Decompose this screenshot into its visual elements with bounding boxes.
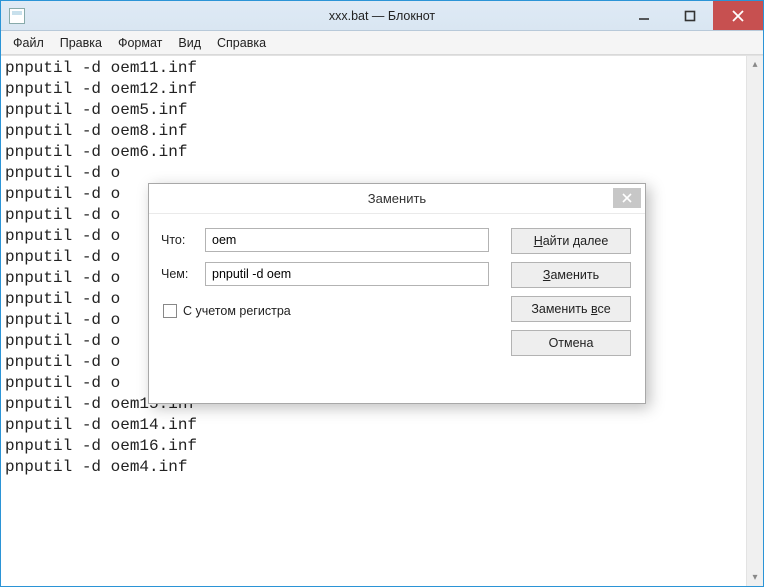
find-label: Что: [161, 233, 205, 247]
dialog-title: Заменить [368, 191, 426, 206]
menubar: Файл Правка Формат Вид Справка [1, 31, 763, 55]
titlebar[interactable]: xxx.bat — Блокнот [1, 1, 763, 31]
dialog-button-column: Найти далее Заменить Заменить все Отмена [511, 228, 631, 356]
menu-view[interactable]: Вид [170, 34, 209, 52]
replace-label: Чем: [161, 267, 205, 281]
dialog-body: Что: Чем: С учетом регистра Найти далее … [149, 214, 645, 403]
minimize-button[interactable] [621, 1, 667, 30]
scroll-up-arrow-icon[interactable]: ▴ [747, 56, 763, 73]
close-button[interactable] [713, 1, 763, 30]
notepad-icon [9, 8, 25, 24]
window-controls [621, 1, 763, 30]
checkbox-box-icon [163, 304, 177, 318]
vertical-scrollbar[interactable]: ▴ ▾ [746, 56, 763, 586]
menu-edit[interactable]: Правка [52, 34, 110, 52]
replace-all-button[interactable]: Заменить все [511, 296, 631, 322]
dialog-titlebar[interactable]: Заменить [149, 184, 645, 214]
replace-button[interactable]: Заменить [511, 262, 631, 288]
scroll-down-arrow-icon[interactable]: ▾ [747, 569, 763, 586]
replace-input[interactable] [205, 262, 489, 286]
find-next-button[interactable]: Найти далее [511, 228, 631, 254]
replace-dialog: Заменить Что: Чем: С учетом регистра Най… [148, 183, 646, 404]
dialog-close-button[interactable] [613, 188, 641, 208]
menu-format[interactable]: Формат [110, 34, 170, 52]
find-input[interactable] [205, 228, 489, 252]
menu-file[interactable]: Файл [5, 34, 52, 52]
cancel-button[interactable]: Отмена [511, 330, 631, 356]
menu-help[interactable]: Справка [209, 34, 274, 52]
match-case-label: С учетом регистра [183, 304, 291, 318]
maximize-button[interactable] [667, 1, 713, 30]
